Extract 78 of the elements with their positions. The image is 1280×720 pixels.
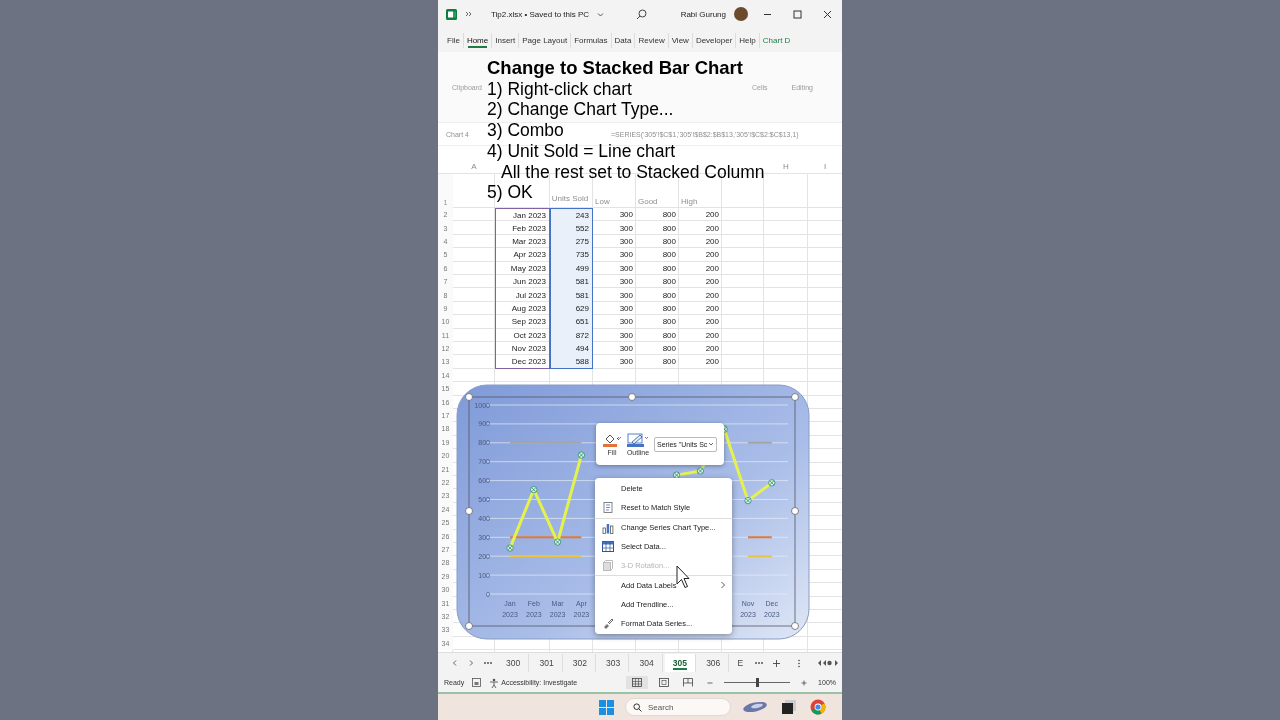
ribbon-tab[interactable]: Help (736, 32, 760, 48)
caption-step: 2) Change Chart Type... (487, 99, 674, 121)
table-cell-text: 200 (704, 316, 720, 329)
ribbon-tab[interactable]: File (444, 32, 464, 48)
table-cell-text: 800 (661, 249, 677, 262)
table-cell-text: 800 (661, 276, 677, 289)
table-cell-text: 800 (661, 356, 677, 369)
table-cell: 552 (550, 221, 593, 235)
table-cell-text: 300 (618, 302, 634, 315)
ribbon-tab[interactable]: Developer (692, 32, 737, 48)
table-cell-text: 800 (661, 235, 677, 248)
caption-step: 3) Combo (487, 120, 564, 141)
table-cell-text: 200 (704, 302, 720, 315)
ribbon-tab[interactable]: Data (611, 32, 636, 48)
table-cell-text: 200 (704, 222, 720, 235)
table-cell: 651 (550, 315, 593, 329)
table-cell-text: 300 (618, 249, 634, 262)
table-cell-text: 300 (618, 343, 634, 356)
document-title: Tip2.xlsx • Saved to this PC (491, 9, 590, 19)
table-cell-text: 800 (661, 262, 677, 275)
table-cell-text: 300 (618, 356, 634, 369)
table-cell-text: 200 (704, 276, 720, 289)
table-cell: 581 (550, 288, 593, 302)
table-cell-text: 300 (618, 316, 634, 329)
table-cell-text: 200 (704, 289, 720, 302)
table-cell: 243 (550, 208, 593, 222)
ribbon-tab[interactable]: Formulas (571, 32, 612, 48)
sheet-tab[interactable]: 301 (531, 654, 563, 672)
table-cell-text: 800 (661, 316, 677, 329)
caption-step: 4) Unit Sold = Line chart (487, 140, 676, 162)
table-cell-text: 200 (704, 235, 720, 248)
caption-step: All the rest set to Stacked Column (487, 161, 765, 183)
ribbon-tab[interactable]: Chart D (759, 32, 794, 48)
table-cell-text: 300 (618, 222, 634, 235)
sheet-tab[interactable]: 303 (598, 654, 630, 672)
sheet-tab[interactable]: 302 (564, 654, 597, 672)
sheet-tab[interactable]: 305 (664, 654, 697, 672)
table-cell-text: 800 (661, 329, 677, 342)
user-name: Rabi Gurung (680, 9, 726, 19)
column-header[interactable]: H (783, 162, 789, 171)
header-cell-text: High (680, 196, 699, 208)
table-cell-text: 300 (618, 289, 634, 302)
column-header[interactable]: I (823, 162, 827, 171)
ribbon-tab[interactable]: Review (635, 32, 669, 48)
ribbon-tab[interactable]: Page Layout (519, 32, 572, 48)
caption-step: 1) Right-click chart (487, 78, 632, 100)
header-cell-text: Low (594, 196, 611, 208)
table-cell-text: 800 (661, 302, 677, 315)
table-cell-text: 300 (618, 329, 634, 342)
ribbon-tab[interactable]: Home (463, 32, 493, 48)
table-cell-text: 800 (661, 222, 677, 235)
table-cell-text: 800 (661, 343, 677, 356)
table-cell-text: 300 (618, 262, 634, 275)
sheet-tab[interactable]: E (731, 654, 749, 672)
header-cell-text: Good (637, 196, 659, 208)
table-cell-text: 200 (704, 262, 720, 275)
table-cell-text: 200 (704, 249, 720, 262)
table-cell-text: 300 (618, 276, 634, 289)
table-cell-text: 200 (704, 329, 720, 342)
header-cell-text: Units Sold (550, 193, 590, 205)
table-cell-text: 800 (661, 209, 677, 222)
table-cell-text: 200 (704, 343, 720, 356)
caption-step: 5) OK (487, 182, 533, 203)
search-field[interactable]: Search (625, 698, 731, 716)
table-cell-text: 300 (618, 235, 634, 248)
caption-title: Change to Stacked Bar Chart (487, 58, 743, 79)
ribbon-tab[interactable]: Insert (492, 32, 520, 48)
table-cell-text: 800 (661, 289, 677, 302)
sheet-tab[interactable]: 306 (698, 654, 730, 672)
sheet-tab[interactable]: 300 (498, 654, 530, 672)
table-cell: 735 (550, 248, 593, 262)
ribbon-tab[interactable]: View (668, 32, 693, 48)
column-header[interactable]: A (471, 162, 477, 171)
table-cell-text: 200 (704, 356, 720, 369)
table-cell-text: 300 (618, 209, 634, 222)
table-cell: 588 (550, 355, 593, 369)
table-cell-text: 200 (704, 209, 720, 222)
sheet-tab[interactable]: 304 (631, 654, 663, 672)
